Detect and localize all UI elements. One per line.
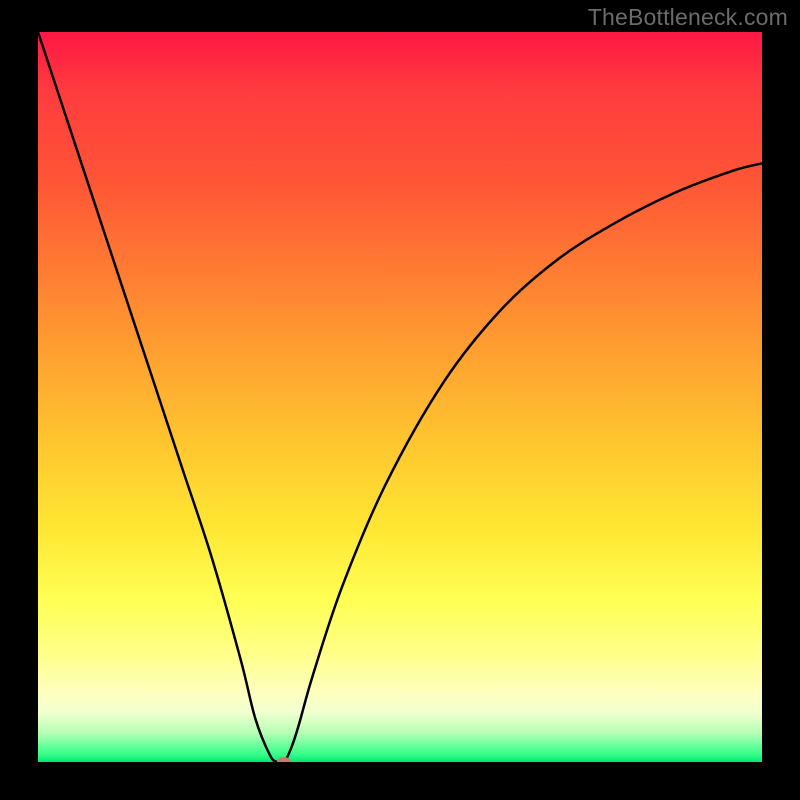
bottleneck-curve [38,32,762,762]
plot-area [38,32,762,762]
operating-point-marker [277,757,291,762]
chart-frame: TheBottleneck.com [0,0,800,800]
watermark-text: TheBottleneck.com [588,4,788,31]
